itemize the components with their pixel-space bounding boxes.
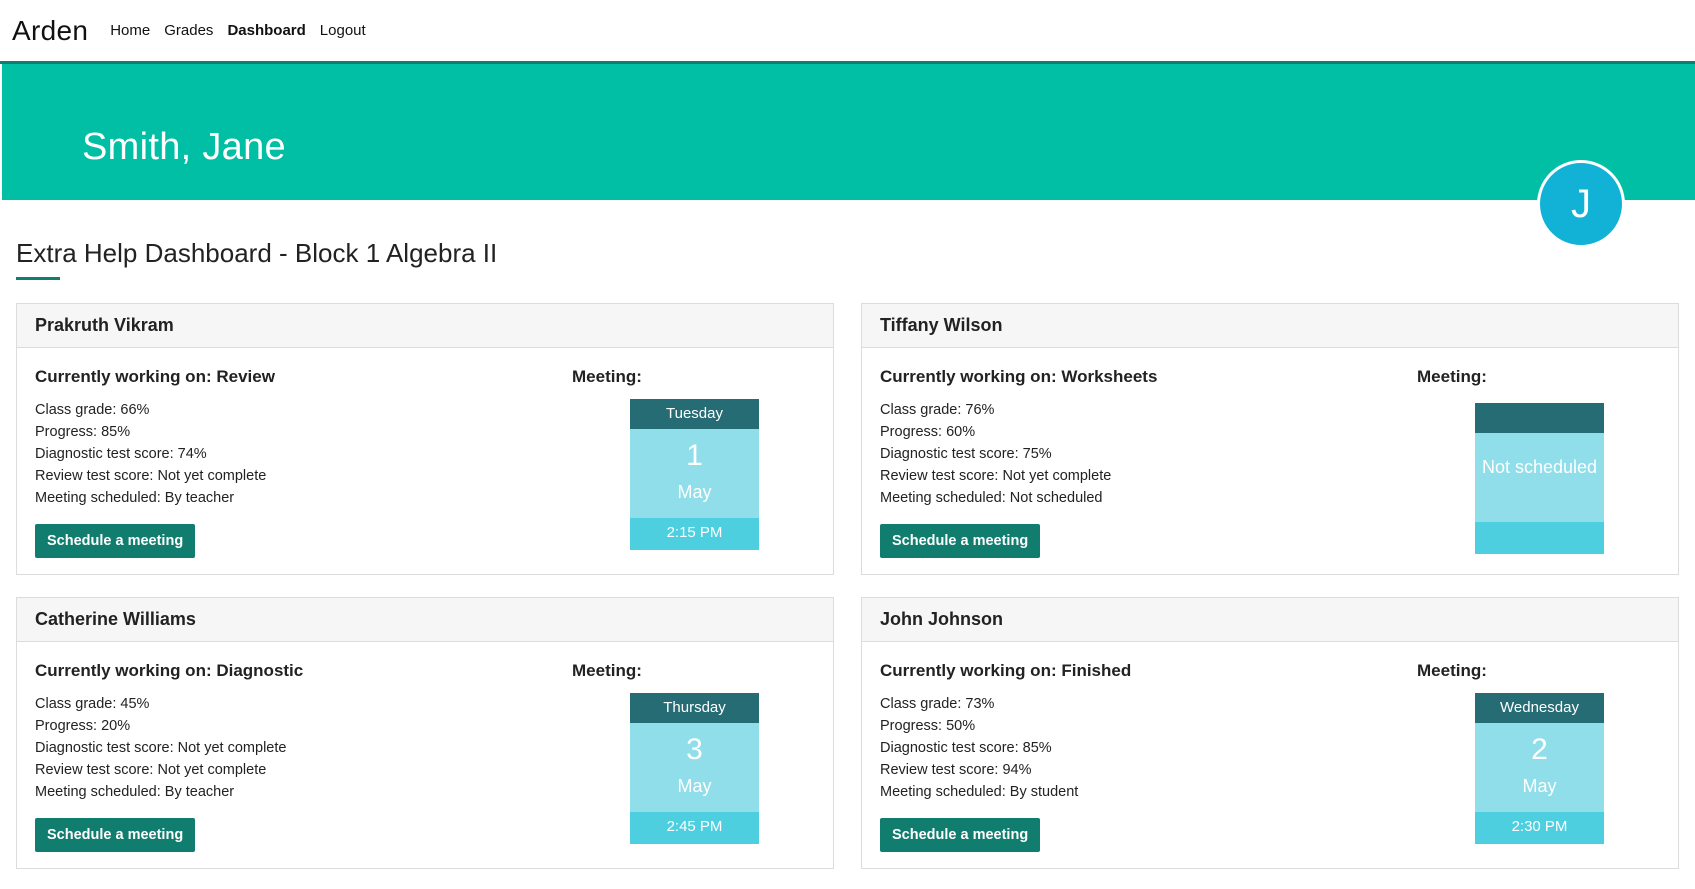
meeting-date: 1	[686, 439, 703, 472]
meeting-time: 2:15 PM	[630, 518, 759, 550]
card-body: Currently working on: Diagnostic Class g…	[17, 642, 833, 869]
student-stats: Class grade: 73% Progress: 50% Diagnosti…	[880, 693, 1078, 803]
student-card: Catherine Williams Currently working on:…	[16, 597, 834, 869]
stat-meeting-scheduled: Meeting scheduled: By teacher	[35, 784, 235, 800]
meeting-time: 2:30 PM	[1475, 812, 1604, 844]
meeting-date: 2	[1531, 733, 1548, 766]
meeting-time	[1475, 522, 1604, 554]
nav-link-home[interactable]: Home	[110, 22, 150, 39]
stat-review-score: Review test score: Not yet complete	[35, 762, 267, 778]
stat-class-grade: Class grade: 45%	[35, 696, 150, 712]
stat-progress: Progress: 60%	[880, 424, 976, 440]
student-stats: Class grade: 45% Progress: 20% Diagnosti…	[35, 693, 286, 803]
stat-review-score: Review test score: Not yet complete	[35, 468, 267, 484]
stat-class-grade: Class grade: 66%	[35, 402, 150, 418]
schedule-meeting-button[interactable]: Schedule a meeting	[880, 524, 1041, 558]
top-navbar: Arden Home Grades Dashboard Logout	[0, 0, 1695, 64]
meeting-label: Meeting:	[1417, 367, 1487, 386]
meeting-day	[1475, 403, 1604, 433]
stat-diagnostic-score: Diagnostic test score: Not yet complete	[35, 740, 287, 756]
meeting-month: May	[1522, 776, 1557, 796]
meeting-month: May	[677, 482, 712, 502]
nav-link-logout[interactable]: Logout	[320, 22, 366, 39]
stat-class-grade: Class grade: 76%	[880, 402, 995, 418]
stat-meeting-scheduled: Meeting scheduled: By student	[880, 784, 1079, 800]
meeting-calendar[interactable]: Thursday 3 May 2:45 PM	[630, 693, 759, 844]
meeting-date-block: 2 May	[1475, 723, 1604, 812]
student-stats: Class grade: 66% Progress: 85% Diagnosti…	[35, 399, 266, 509]
meeting-label: Meeting:	[1417, 661, 1487, 680]
stat-review-score: Review test score: 94%	[880, 762, 1032, 778]
meeting-calendar[interactable]: Not scheduled	[1475, 403, 1604, 554]
student-card: Tiffany Wilson Currently working on: Wor…	[861, 303, 1679, 575]
profile-banner: Smith, Jane	[2, 64, 1695, 200]
meeting-date-block: 1 May	[630, 429, 759, 518]
student-stats: Class grade: 76% Progress: 60% Diagnosti…	[880, 399, 1111, 509]
student-name: Tiffany Wilson	[862, 304, 1678, 348]
meeting-month: May	[677, 776, 712, 796]
stat-progress: Progress: 85%	[35, 424, 131, 440]
working-on-label: Currently working on: Diagnostic	[35, 661, 304, 680]
meeting-label: Meeting:	[572, 367, 642, 386]
stat-meeting-scheduled: Meeting scheduled: Not scheduled	[880, 490, 1103, 506]
stat-diagnostic-score: Diagnostic test score: 74%	[35, 446, 207, 462]
meeting-status: Not scheduled	[1481, 457, 1598, 477]
working-on-label: Currently working on: Review	[35, 367, 275, 386]
stat-progress: Progress: 50%	[880, 718, 976, 734]
schedule-meeting-button[interactable]: Schedule a meeting	[35, 524, 196, 558]
brand-logo[interactable]: Arden	[12, 15, 88, 47]
schedule-meeting-button[interactable]: Schedule a meeting	[35, 818, 196, 852]
student-name: Prakruth Vikram	[17, 304, 833, 348]
student-name: Catherine Williams	[17, 598, 833, 642]
stat-meeting-scheduled: Meeting scheduled: By teacher	[35, 490, 235, 506]
meeting-time: 2:45 PM	[630, 812, 759, 844]
working-on-label: Currently working on: Worksheets	[880, 367, 1158, 386]
meeting-date-block: 3 May	[630, 723, 759, 812]
stat-review-score: Review test score: Not yet complete	[880, 468, 1112, 484]
student-card: Prakruth Vikram Currently working on: Re…	[16, 303, 834, 575]
page-title: Extra Help Dashboard - Block 1 Algebra I…	[16, 238, 498, 268]
card-body: Currently working on: Review Class grade…	[17, 348, 833, 575]
meeting-day: Tuesday	[630, 399, 759, 429]
profile-name: Smith, Jane	[82, 126, 286, 168]
meeting-calendar[interactable]: Wednesday 2 May 2:30 PM	[1475, 693, 1604, 844]
card-body: Currently working on: Worksheets Class g…	[862, 348, 1678, 575]
meeting-day: Wednesday	[1475, 693, 1604, 723]
meeting-date: 3	[686, 733, 703, 766]
meeting-calendar[interactable]: Tuesday 1 May 2:15 PM	[630, 399, 759, 550]
title-underline	[16, 277, 60, 280]
meeting-label: Meeting:	[572, 661, 642, 680]
meeting-day: Thursday	[630, 693, 759, 723]
avatar[interactable]: J	[1537, 160, 1625, 248]
working-on-label: Currently working on: Finished	[880, 661, 1132, 680]
stat-diagnostic-score: Diagnostic test score: 85%	[880, 740, 1052, 756]
card-body: Currently working on: Finished Class gra…	[862, 642, 1678, 869]
nav-link-dashboard[interactable]: Dashboard	[227, 22, 305, 39]
student-name: John Johnson	[862, 598, 1678, 642]
nav-link-grades[interactable]: Grades	[164, 22, 213, 39]
stat-diagnostic-score: Diagnostic test score: 75%	[880, 446, 1052, 462]
student-card: John Johnson Currently working on: Finis…	[861, 597, 1679, 869]
schedule-meeting-button[interactable]: Schedule a meeting	[880, 818, 1041, 852]
stat-progress: Progress: 20%	[35, 718, 131, 734]
stat-class-grade: Class grade: 73%	[880, 696, 995, 712]
meeting-date-block: Not scheduled	[1475, 433, 1604, 522]
